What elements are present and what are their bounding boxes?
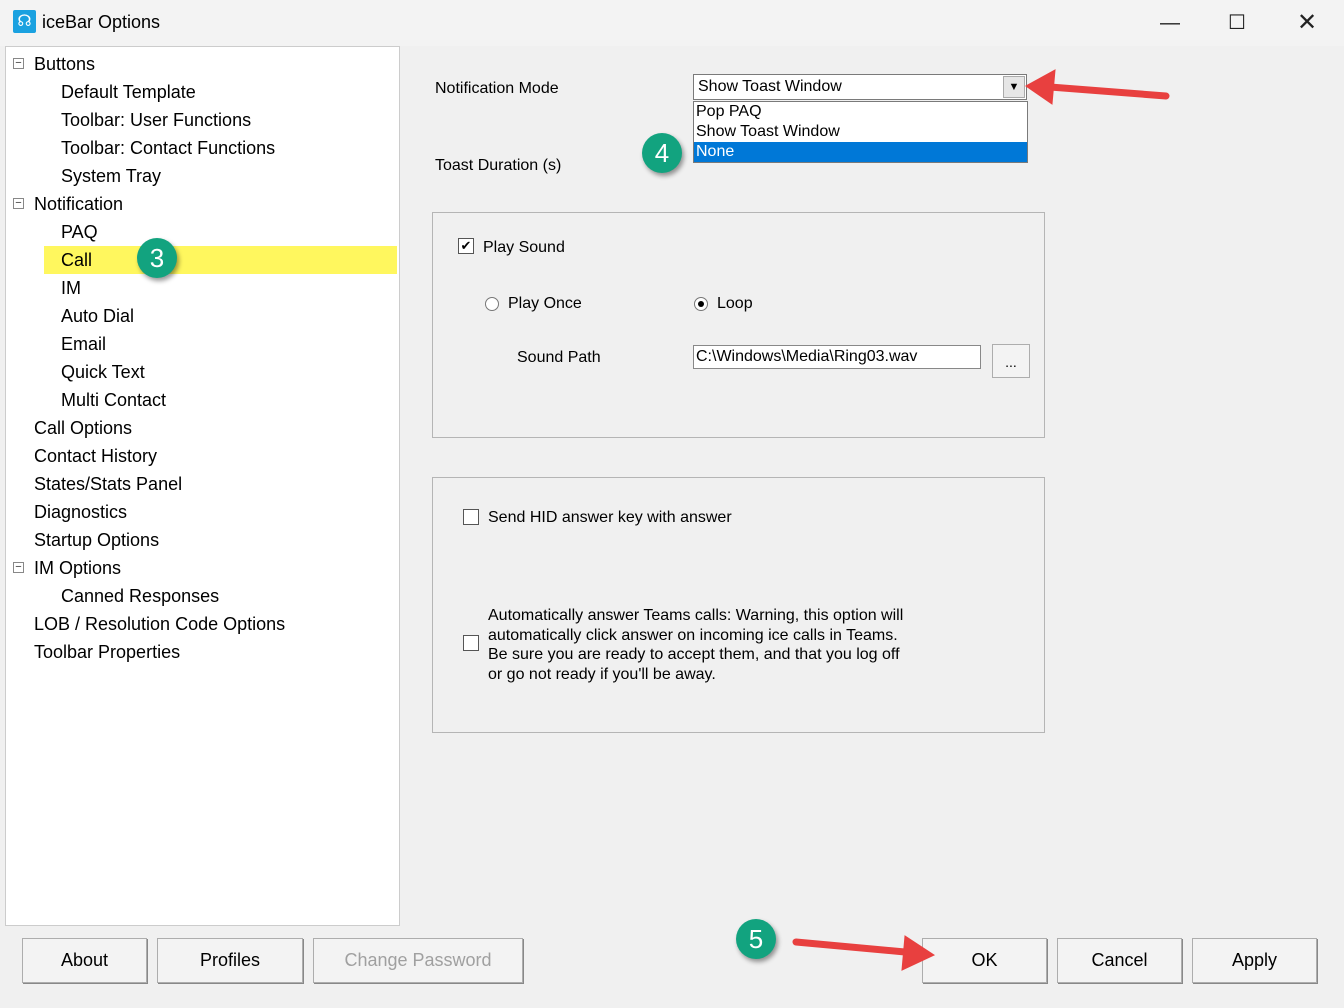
- step-badge-4: 4: [642, 133, 682, 173]
- arrow-head-ok: [901, 935, 936, 971]
- arrow-head-dropdown: [1025, 69, 1056, 105]
- arrow-to-ok: [792, 938, 909, 956]
- step-badge-3: 3: [137, 238, 177, 278]
- step-badge-5: 5: [736, 919, 776, 959]
- arrow-to-dropdown: [1046, 83, 1170, 100]
